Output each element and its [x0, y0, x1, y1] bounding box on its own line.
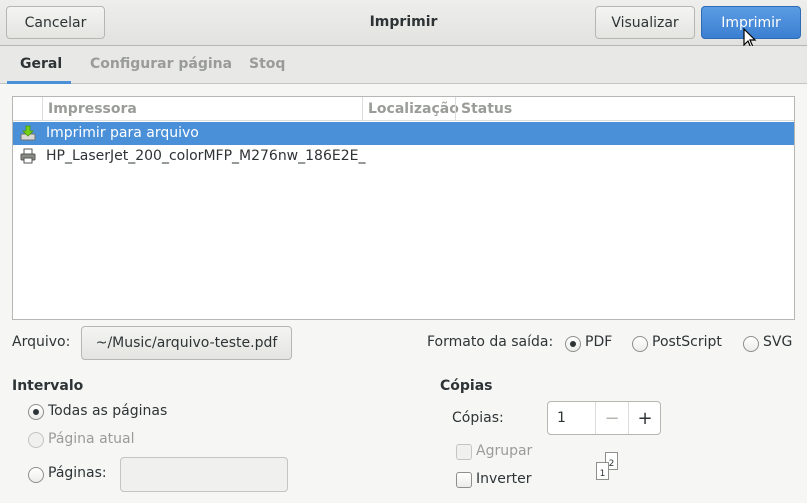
reverse-checkbox[interactable] — [456, 472, 472, 488]
collate-label: Agrupar — [476, 443, 533, 459]
format-postscript-label[interactable]: PostScript — [652, 334, 722, 350]
format-postscript-radio[interactable] — [632, 336, 648, 352]
column-separator — [42, 97, 43, 121]
file-label: Arquivo: — [12, 334, 71, 350]
printer-list[interactable]: Impressora Localização Status Imprimir p… — [12, 96, 795, 320]
current-page-radio — [28, 432, 44, 448]
tab-configurar-pagina[interactable]: Configurar página — [90, 56, 232, 72]
tab-stoq[interactable]: Stoq — [249, 56, 285, 72]
column-separator — [362, 97, 363, 121]
format-svg-label[interactable]: SVG — [763, 334, 792, 350]
printer-icon — [20, 148, 36, 164]
format-pdf-radio[interactable] — [565, 336, 581, 352]
download-file-icon — [20, 125, 36, 141]
pages-label[interactable]: Páginas: — [48, 465, 107, 481]
collate-checkbox — [456, 444, 472, 460]
column-header-location[interactable]: Localização — [368, 101, 459, 117]
copies-heading: Cópias — [440, 378, 493, 394]
column-header-status[interactable]: Status — [461, 101, 512, 117]
all-pages-radio[interactable] — [28, 404, 44, 420]
column-separator — [455, 97, 456, 121]
current-page-label: Página atual — [48, 431, 135, 447]
tab-bar: Geral Configurar página Stoq — [0, 46, 807, 84]
preview-button[interactable]: Visualizar — [595, 6, 695, 39]
pages-radio[interactable] — [28, 467, 44, 483]
format-pdf-label[interactable]: PDF — [585, 334, 612, 350]
printer-list-header: Impressora Localização Status — [13, 97, 794, 121]
column-header-printer[interactable]: Impressora — [48, 101, 137, 117]
printer-name: HP_LaserJet_200_colorMFP_M276nw_186E2E_ — [46, 148, 366, 164]
copies-value[interactable]: 1 — [557, 410, 566, 426]
page-order-icon-1: 1 — [596, 462, 609, 480]
copies-spinbutton[interactable]: 1 − + — [547, 401, 661, 435]
printer-row-hp-laserjet[interactable]: HP_LaserJet_200_colorMFP_M276nw_186E2E_ — [13, 145, 794, 168]
printer-row-print-to-file[interactable]: Imprimir para arquivo — [13, 122, 794, 145]
file-chooser-button[interactable]: ~/Music/arquivo-teste.pdf — [81, 326, 292, 360]
format-svg-radio[interactable] — [743, 336, 759, 352]
copies-increment-button[interactable]: + — [628, 402, 661, 434]
tab-geral[interactable]: Geral — [20, 56, 62, 72]
printer-name: Imprimir para arquivo — [46, 125, 199, 141]
all-pages-label[interactable]: Todas as páginas — [48, 403, 167, 419]
range-heading: Intervalo — [12, 378, 84, 394]
reverse-label[interactable]: Inverter — [476, 471, 532, 487]
copies-label: Cópias: — [452, 410, 504, 426]
copies-decrement-button[interactable]: − — [595, 402, 628, 434]
output-format-label: Formato da saída: — [427, 334, 554, 350]
active-tab-indicator — [7, 81, 71, 84]
header-bar: Cancelar Imprimir Visualizar Imprimir — [0, 0, 807, 49]
pages-input[interactable] — [120, 457, 288, 492]
